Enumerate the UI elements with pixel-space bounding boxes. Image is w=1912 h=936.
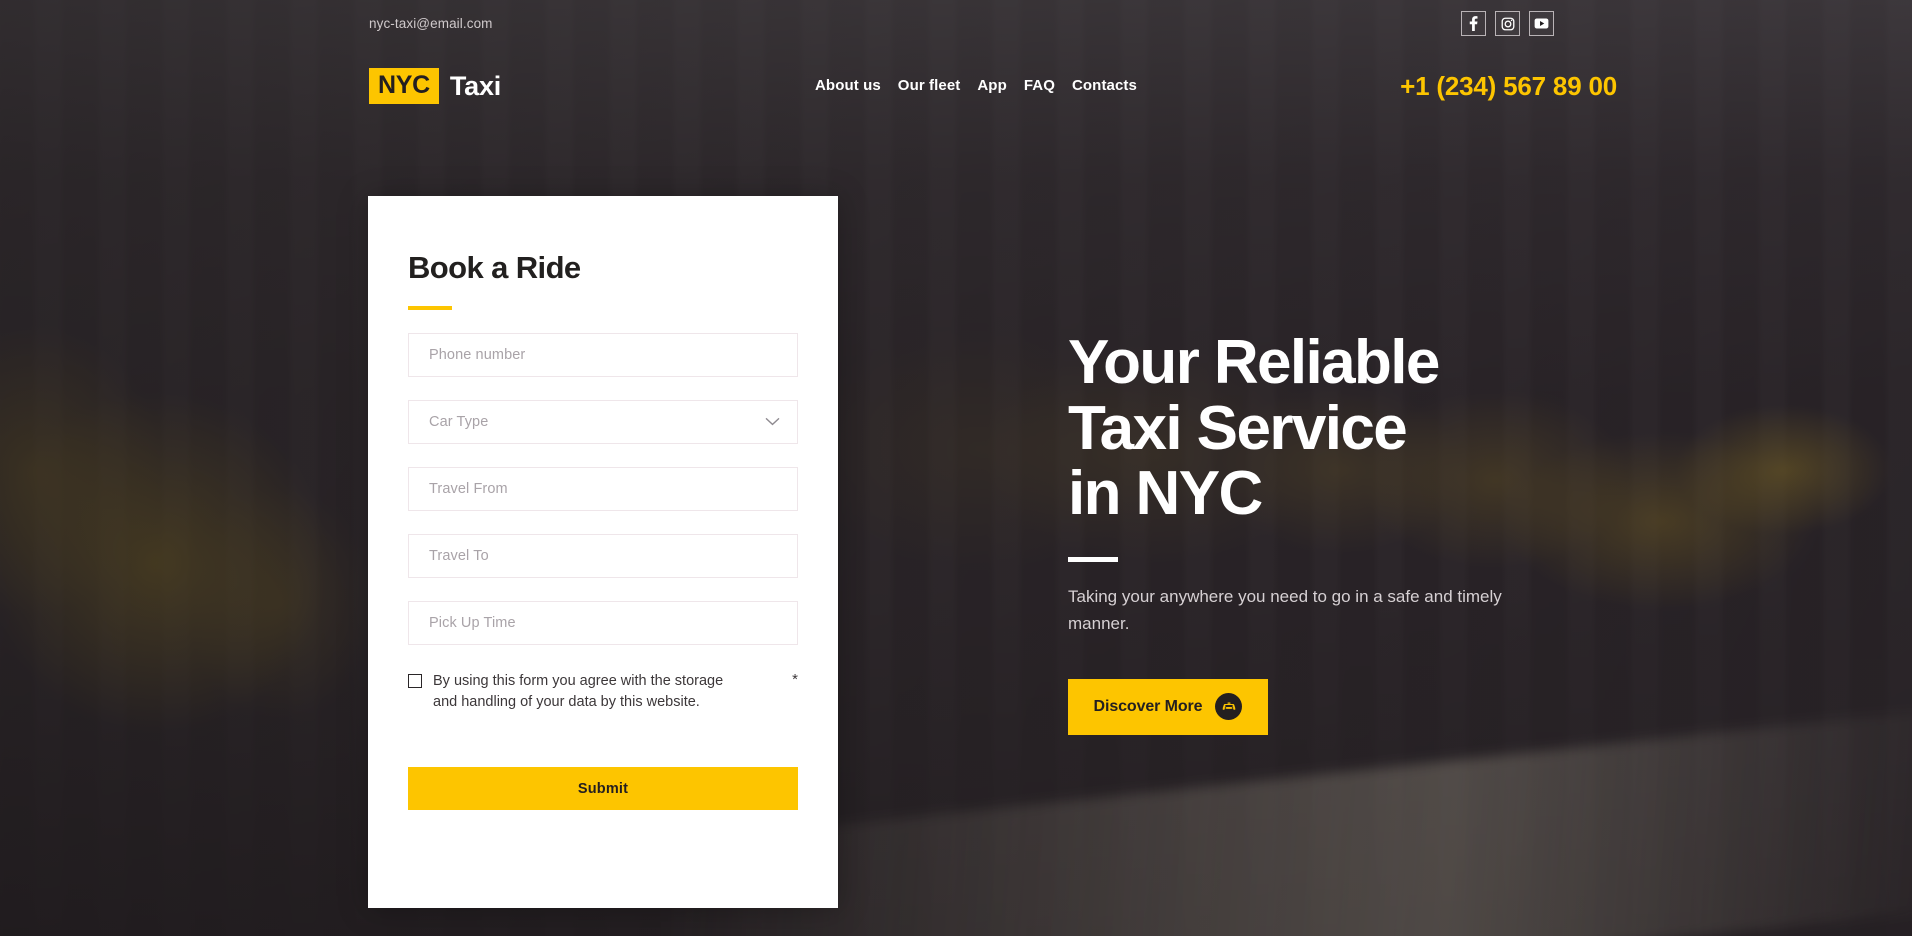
submit-button[interactable]: Submit — [408, 767, 798, 811]
hero-landing-page: nyc-taxi@email.com NYC Taxi About us Our… — [0, 0, 1912, 936]
email-link[interactable]: nyc-taxi@email.com — [369, 16, 493, 31]
logo[interactable]: NYC Taxi — [369, 68, 501, 104]
hero-title: Your Reliable Taxi Service in NYC — [1068, 330, 1588, 527]
travel-to-placeholder: Travel To — [429, 548, 489, 564]
book-a-ride-card: Book a Ride Phone number Car Type Travel… — [368, 196, 838, 908]
travel-from-field[interactable]: Travel From — [408, 467, 798, 511]
pick-up-time-placeholder: Pick Up Time — [429, 615, 516, 631]
hero-content: Your Reliable Taxi Service in NYC Taking… — [1068, 330, 1588, 735]
phone-number-link[interactable]: +1 (234) 567 89 00 — [1400, 71, 1617, 102]
hero-subtitle: Taking your anywhere you need to go in a… — [1068, 587, 1502, 633]
consent-checkbox[interactable] — [408, 674, 422, 688]
chevron-down-icon — [765, 413, 780, 431]
site-header: NYC Taxi About us Our fleet App FAQ Cont… — [0, 68, 1912, 128]
hero-title-line-1: Your Reliable — [1068, 328, 1440, 397]
car-type-select[interactable]: Car Type — [408, 400, 798, 444]
nav-item-about-us[interactable]: About us — [815, 77, 881, 94]
phone-number-placeholder: Phone number — [429, 347, 526, 363]
discover-more-label: Discover More — [1093, 697, 1203, 715]
social-links — [1461, 11, 1554, 36]
logo-word-taxi: Taxi — [449, 70, 502, 101]
travel-to-field[interactable]: Travel To — [408, 534, 798, 578]
discover-more-button[interactable]: Discover More — [1068, 678, 1268, 735]
phone-number-field[interactable]: Phone number — [408, 333, 798, 377]
logo-badge-nyc: NYC — [369, 68, 439, 104]
travel-from-placeholder: Travel From — [429, 481, 508, 497]
youtube-icon[interactable] — [1529, 11, 1554, 36]
nav-item-app[interactable]: App — [977, 77, 1006, 94]
facebook-icon[interactable] — [1461, 11, 1486, 36]
nav-item-contacts[interactable]: Contacts — [1072, 77, 1137, 94]
hero-title-line-2: Taxi Service — [1068, 393, 1408, 463]
taxi-icon — [1215, 693, 1243, 721]
hero-title-line-3: in NYC — [1068, 459, 1263, 529]
consent-text: By using this form you agree with the st… — [433, 673, 724, 711]
required-marker: * — [792, 671, 798, 688]
form-title: Book a Ride — [408, 250, 581, 285]
nav-item-faq[interactable]: FAQ — [1024, 77, 1055, 94]
consent-row: By using this form you agree with the st… — [408, 671, 798, 713]
pick-up-time-field[interactable]: Pick Up Time — [408, 601, 798, 645]
instagram-icon[interactable] — [1495, 11, 1520, 36]
title-underline-accent — [408, 306, 452, 310]
top-utility-bar: nyc-taxi@email.com — [0, 0, 1912, 48]
nav-item-our-fleet[interactable]: Our fleet — [898, 77, 961, 94]
car-type-placeholder: Car Type — [429, 414, 489, 430]
main-navigation: About us Our fleet App FAQ Contacts — [815, 77, 1137, 94]
hero-divider — [1068, 557, 1118, 563]
